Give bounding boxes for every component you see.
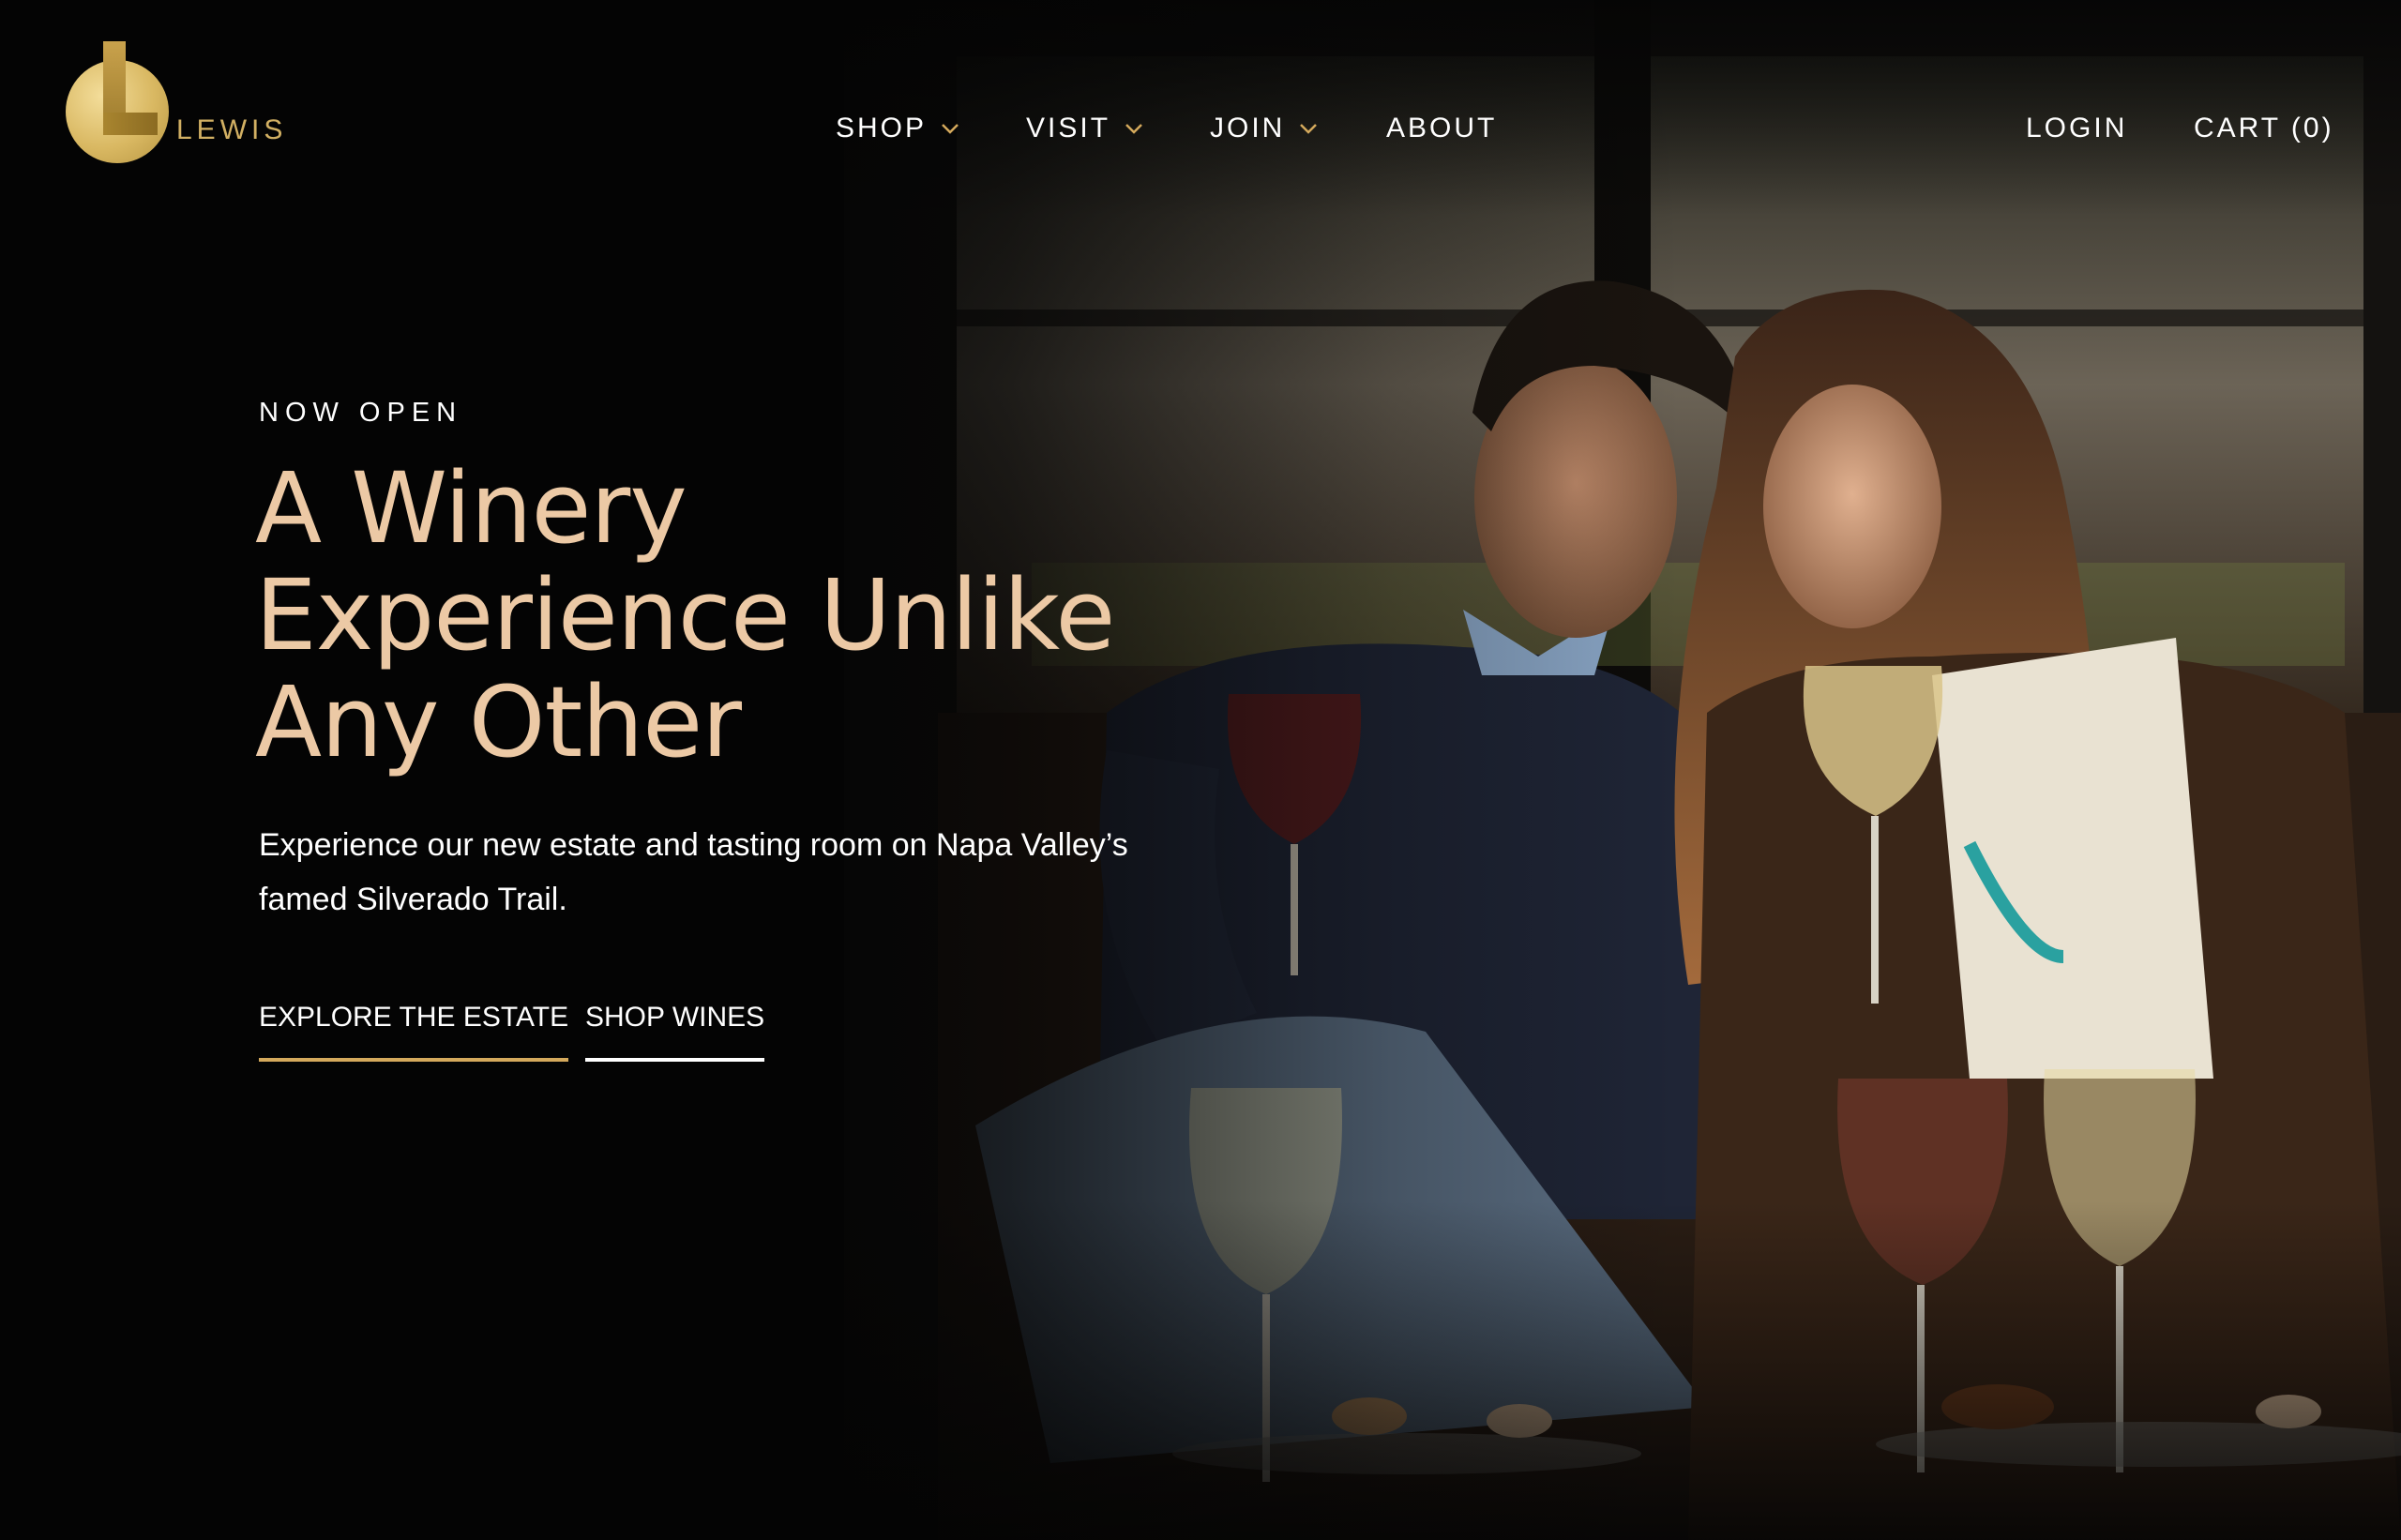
- cart-label: CART (0): [2194, 113, 2334, 143]
- hero-subcopy: Experience our new estate and tasting ro…: [259, 818, 1197, 927]
- explore-estate-link[interactable]: EXPLORE THE ESTATE: [259, 1002, 569, 1062]
- site-header: LEWIS SHOP VISIT JOIN ABOUT LOGIN CART (…: [0, 0, 2401, 253]
- nav-item-label: ABOUT: [1386, 113, 1498, 143]
- hero-headline-line: Experience Unlike: [255, 558, 1115, 672]
- nav-item-label: VISIT: [1026, 113, 1111, 143]
- nav-item-shop[interactable]: SHOP: [836, 105, 960, 152]
- hero-headline-line: Any Other: [255, 665, 742, 779]
- hero-subcopy-line: Experience our new estate and tasting ro…: [259, 827, 1128, 863]
- login-link[interactable]: LOGIN: [2026, 105, 2127, 152]
- nav-item-visit[interactable]: VISIT: [1026, 105, 1144, 152]
- chevron-down-icon: [1125, 124, 1142, 134]
- main-nav: SHOP VISIT JOIN ABOUT LOGIN CART (0): [0, 105, 2401, 152]
- nav-item-label: SHOP: [836, 113, 928, 143]
- hero-section: LEWIS SHOP VISIT JOIN ABOUT LOGIN CART (…: [0, 0, 2401, 1540]
- hero-eyebrow: NOW OPEN: [259, 398, 463, 428]
- nav-item-join[interactable]: JOIN: [1210, 105, 1319, 152]
- chevron-down-icon: [942, 124, 959, 134]
- nav-item-label: JOIN: [1210, 113, 1286, 143]
- cart-link[interactable]: CART (0): [2194, 105, 2334, 152]
- chevron-down-icon: [1300, 124, 1318, 134]
- hero-headline-line: A Winery: [255, 451, 687, 566]
- shop-wines-link[interactable]: SHOP WINES: [585, 1002, 765, 1062]
- login-label: LOGIN: [2026, 113, 2128, 143]
- hero-subcopy-line: famed Silverado Trail.: [259, 882, 567, 917]
- nav-item-about[interactable]: ABOUT: [1386, 105, 1497, 152]
- hero-headline: A Winery Experience Unlike Any Other: [255, 455, 1193, 776]
